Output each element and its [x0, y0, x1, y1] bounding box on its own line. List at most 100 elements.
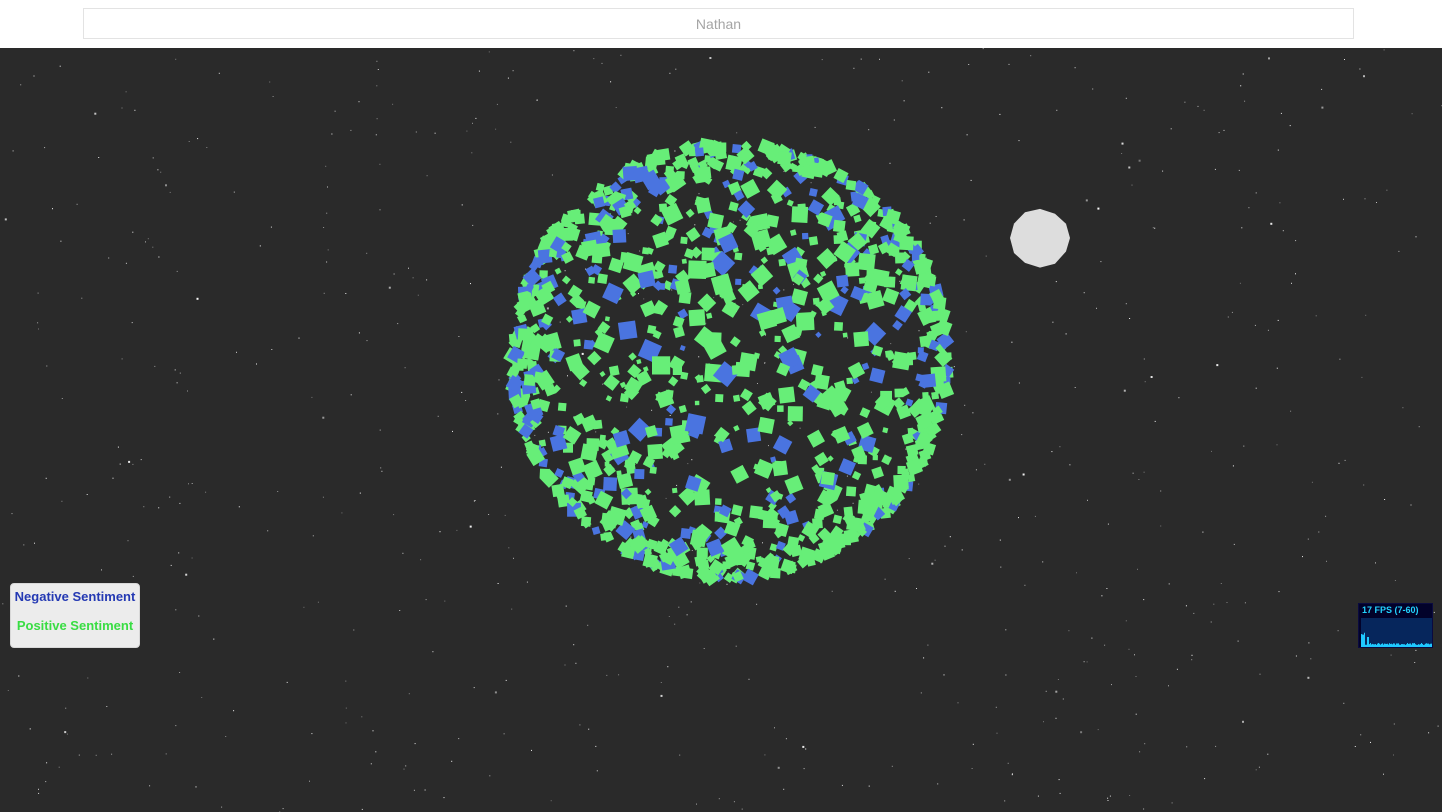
- negative-sentiment-cube[interactable]: [869, 367, 886, 384]
- positive-sentiment-cube[interactable]: [721, 299, 741, 318]
- negative-sentiment-cube[interactable]: [624, 170, 633, 179]
- positive-sentiment-cube[interactable]: [832, 514, 843, 525]
- positive-sentiment-cube[interactable]: [757, 391, 776, 410]
- positive-sentiment-cube[interactable]: [808, 236, 819, 246]
- 3d-scene-canvas[interactable]: [0, 48, 1442, 812]
- positive-sentiment-cube[interactable]: [833, 234, 843, 245]
- negative-sentiment-cube[interactable]: [772, 435, 793, 455]
- negative-sentiment-cube[interactable]: [737, 200, 756, 219]
- positive-sentiment-cube[interactable]: [650, 213, 663, 227]
- positive-sentiment-cube[interactable]: [636, 359, 642, 365]
- positive-sentiment-cube[interactable]: [706, 312, 713, 319]
- positive-sentiment-cube[interactable]: [853, 214, 862, 223]
- positive-sentiment-cube[interactable]: [760, 256, 769, 264]
- positive-sentiment-cube[interactable]: [603, 374, 620, 391]
- positive-sentiment-cube[interactable]: [587, 350, 602, 366]
- negative-sentiment-cube[interactable]: [694, 147, 705, 157]
- negative-sentiment-cube[interactable]: [772, 286, 781, 295]
- positive-sentiment-cube[interactable]: [768, 555, 780, 566]
- negative-sentiment-cube[interactable]: [603, 476, 618, 492]
- positive-sentiment-cube[interactable]: [757, 416, 775, 435]
- negative-sentiment-cube[interactable]: [785, 492, 797, 504]
- negative-sentiment-cube[interactable]: [665, 417, 673, 426]
- positive-sentiment-cube[interactable]: [628, 352, 637, 361]
- positive-sentiment-cube[interactable]: [693, 168, 709, 184]
- positive-sentiment-cube[interactable]: [832, 219, 846, 233]
- positive-sentiment-cube[interactable]: [846, 516, 862, 532]
- positive-sentiment-cube[interactable]: [916, 272, 933, 289]
- positive-sentiment-cube[interactable]: [894, 268, 903, 276]
- positive-sentiment-cube[interactable]: [604, 316, 610, 322]
- positive-sentiment-cube[interactable]: [787, 406, 803, 422]
- positive-sentiment-cube[interactable]: [816, 248, 838, 270]
- positive-sentiment-cube[interactable]: [843, 506, 854, 516]
- positive-sentiment-cube[interactable]: [856, 421, 874, 439]
- positive-sentiment-cube[interactable]: [795, 312, 815, 331]
- positive-sentiment-cube[interactable]: [592, 419, 603, 430]
- positive-sentiment-cube[interactable]: [685, 208, 695, 218]
- negative-sentiment-cube[interactable]: [892, 319, 903, 331]
- positive-sentiment-cube[interactable]: [641, 247, 650, 255]
- positive-sentiment-cube[interactable]: [859, 407, 871, 419]
- positive-sentiment-cube[interactable]: [646, 324, 657, 335]
- negative-sentiment-cube[interactable]: [617, 320, 638, 341]
- negative-sentiment-cube[interactable]: [583, 339, 594, 350]
- positive-sentiment-cube[interactable]: [668, 355, 686, 373]
- positive-sentiment-cube[interactable]: [758, 329, 767, 337]
- positive-sentiment-cube[interactable]: [695, 197, 712, 214]
- positive-sentiment-cube[interactable]: [730, 464, 750, 484]
- positive-sentiment-cube[interactable]: [603, 531, 612, 540]
- positive-sentiment-cube[interactable]: [789, 229, 797, 237]
- positive-sentiment-cube[interactable]: [699, 261, 717, 279]
- positive-sentiment-cube[interactable]: [753, 458, 774, 479]
- search-input[interactable]: [83, 8, 1354, 39]
- negative-sentiment-cube[interactable]: [612, 229, 627, 244]
- negative-sentiment-cube[interactable]: [801, 232, 809, 240]
- positive-sentiment-cube[interactable]: [728, 201, 739, 212]
- positive-sentiment-cube[interactable]: [729, 336, 741, 348]
- positive-sentiment-cube[interactable]: [846, 377, 853, 385]
- positive-sentiment-cube[interactable]: [561, 275, 571, 285]
- positive-sentiment-cube[interactable]: [668, 376, 679, 387]
- positive-sentiment-cube[interactable]: [713, 146, 728, 160]
- negative-sentiment-cube[interactable]: [679, 344, 686, 352]
- positive-sentiment-cube[interactable]: [673, 326, 685, 339]
- positive-sentiment-cube[interactable]: [882, 427, 889, 434]
- moon[interactable]: [1010, 208, 1070, 268]
- positive-sentiment-cube[interactable]: [725, 154, 743, 172]
- negative-sentiment-cube[interactable]: [634, 468, 645, 480]
- positive-sentiment-cube[interactable]: [586, 438, 600, 451]
- positive-sentiment-cube[interactable]: [893, 474, 909, 491]
- negative-sentiment-cube[interactable]: [591, 526, 601, 536]
- positive-sentiment-cube[interactable]: [784, 475, 804, 495]
- positive-sentiment-cube[interactable]: [597, 273, 608, 285]
- negative-sentiment-cube[interactable]: [735, 278, 742, 286]
- positive-sentiment-cube[interactable]: [557, 402, 567, 412]
- negative-sentiment-cube[interactable]: [668, 264, 678, 274]
- positive-sentiment-cube[interactable]: [731, 504, 744, 517]
- positive-sentiment-cube[interactable]: [644, 488, 652, 496]
- positive-sentiment-cube[interactable]: [668, 505, 682, 518]
- negative-sentiment-cube[interactable]: [552, 292, 567, 307]
- positive-sentiment-cube[interactable]: [652, 356, 671, 375]
- negative-sentiment-cube[interactable]: [602, 282, 624, 305]
- positive-sentiment-cube[interactable]: [665, 165, 675, 175]
- negative-sentiment-cube[interactable]: [680, 527, 692, 539]
- positive-sentiment-cube[interactable]: [806, 429, 826, 448]
- positive-sentiment-cube[interactable]: [734, 252, 743, 261]
- positive-sentiment-cube[interactable]: [671, 487, 678, 494]
- positive-sentiment-cube[interactable]: [582, 459, 603, 481]
- positive-sentiment-cube[interactable]: [786, 199, 794, 207]
- positive-sentiment-cube[interactable]: [791, 206, 809, 224]
- positive-sentiment-cube[interactable]: [591, 252, 603, 264]
- positive-sentiment-cube[interactable]: [882, 287, 900, 305]
- positive-sentiment-cube[interactable]: [605, 395, 613, 402]
- positive-sentiment-cube[interactable]: [688, 309, 706, 327]
- positive-sentiment-cube[interactable]: [599, 370, 606, 378]
- negative-sentiment-cube[interactable]: [840, 285, 849, 295]
- positive-sentiment-cube[interactable]: [853, 331, 870, 348]
- positive-sentiment-cube[interactable]: [777, 405, 784, 412]
- positive-sentiment-cube[interactable]: [681, 567, 694, 580]
- positive-sentiment-cube[interactable]: [881, 454, 892, 466]
- positive-sentiment-cube[interactable]: [733, 424, 740, 432]
